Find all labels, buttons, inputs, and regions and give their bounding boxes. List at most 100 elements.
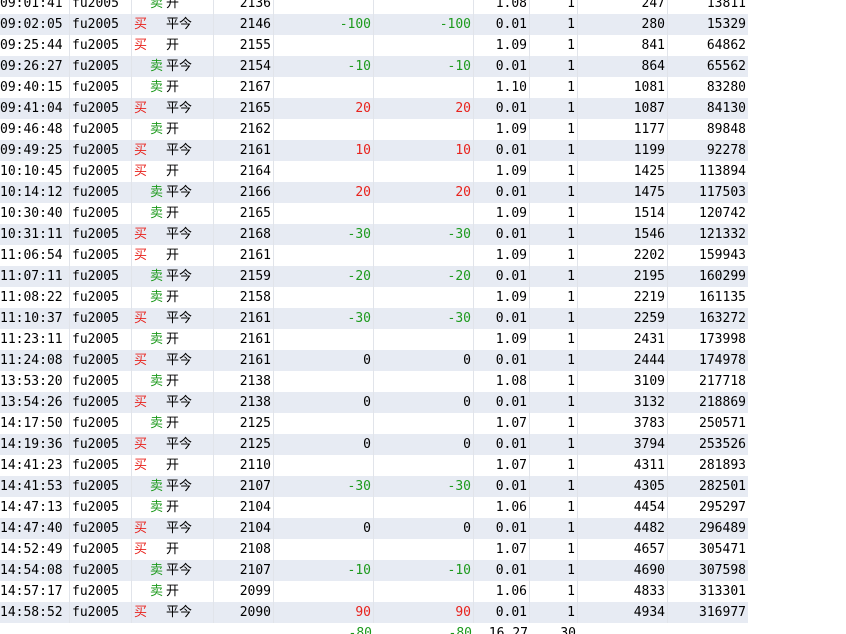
cell-symbol: fu2005: [72, 434, 132, 455]
cell-pl1: [274, 287, 374, 308]
table-row[interactable]: 14:54:08 fu2005 卖平今 2107 -10 -10 0.01 1 4690 3075…: [0, 560, 748, 581]
cell-side: 买: [134, 17, 148, 32]
cell-price: 2138: [214, 371, 274, 392]
cell-n2: 84130: [706, 101, 746, 116]
cell-fee: 1.09: [474, 161, 530, 182]
cell-action: 平今: [166, 224, 214, 245]
cell-n1: 4657: [578, 539, 668, 560]
cell-time: 10:10:45: [0, 161, 70, 182]
cell-action: 平今: [166, 266, 214, 287]
cell-n1: 1475: [578, 182, 668, 203]
table-row[interactable]: 14:19:36 fu2005 买平今 2125 0 0 0.01 1 3794 253526: [0, 434, 748, 455]
table-row[interactable]: 09:25:44 fu2005 买 开 2155 1.09 1 841 64862: [0, 35, 748, 56]
cell-n2: 113894: [699, 164, 746, 179]
table-row[interactable]: 11:08:22 fu2005 卖开 2158 1.09 1 2219 161135: [0, 287, 748, 308]
cell-pl2: 0: [374, 518, 474, 539]
table-row[interactable]: 10:31:11 fu2005 买平今 2168 -30 -30 0.01 1 1546 1213…: [0, 224, 748, 245]
table-row[interactable]: 14:47:13 fu2005 卖开 2104 1.06 1 4454 295297: [0, 497, 748, 518]
cell-vol: 1: [530, 77, 578, 98]
cell-symbol: fu2005: [72, 119, 132, 140]
table-row[interactable]: 11:24:08 fu2005 买平今 2161 0 0 0.01 1 2444 174978: [0, 350, 748, 371]
table-row[interactable]: 10:14:12 fu2005 卖平今 2166 20 20 0.01 1 1475 117503: [0, 182, 748, 203]
cell-side: 卖: [150, 80, 164, 95]
cell-pl2: -30: [374, 224, 474, 245]
cell-pl1: [274, 371, 374, 392]
table-row[interactable]: 09:46:48 fu2005 卖开 2162 1.09 1 1177 89848: [0, 119, 748, 140]
table-row[interactable]: 14:57:17 fu2005 卖开 2099 1.06 1 4833 313301: [0, 581, 748, 602]
table-row[interactable]: 11:06:54 fu2005 买 开 2161 1.09 1 2202 159943: [0, 245, 748, 266]
cell-symbol: fu2005: [72, 56, 132, 77]
cell-fee: 0.01: [474, 98, 530, 119]
cell-price: 2162: [214, 119, 274, 140]
cell-symbol: fu2005: [72, 602, 132, 623]
cell-symbol: fu2005: [72, 161, 132, 182]
cell-time: 10:14:12: [0, 182, 70, 203]
cell-n1: 1199: [578, 140, 668, 161]
cell-pl2: 20: [374, 98, 474, 119]
cell-vol: 1: [530, 350, 578, 371]
cell-n2: 117503: [699, 185, 746, 200]
cell-n2: 250571: [699, 416, 746, 431]
cell-price: 2125: [214, 434, 274, 455]
cell-time: 11:10:37: [0, 308, 70, 329]
table-row[interactable]: 14:17:50 fu2005 卖开 2125 1.07 1 3783 250571: [0, 413, 748, 434]
table-row[interactable]: 13:53:20 fu2005 卖开 2138 1.08 1 3109 217718: [0, 371, 748, 392]
cell-time: 14:47:40: [0, 518, 70, 539]
cell-n1: 841: [578, 35, 668, 56]
cell-time: 09:41:04: [0, 98, 70, 119]
table-row[interactable]: 09:40:15 fu2005 卖开 2167 1.10 1 1081 83280: [0, 77, 748, 98]
cell-n2: 217718: [699, 374, 746, 389]
table-row[interactable]: 11:10:37 fu2005 买平今 2161 -30 -30 0.01 1 2259 1632…: [0, 308, 748, 329]
table-row[interactable]: 14:58:52 fu2005 买平今 2090 90 90 0.01 1 4934 316977: [0, 602, 748, 623]
cell-price: 2090: [214, 602, 274, 623]
cell-fee: 0.01: [474, 266, 530, 287]
cell-n1: 4311: [578, 455, 668, 476]
cell-n2: 160299: [699, 269, 746, 284]
cell-fee: 1.09: [474, 287, 530, 308]
cell-fee: 1.09: [474, 119, 530, 140]
cell-side: 卖: [150, 479, 164, 494]
cell-vol: 1: [530, 539, 578, 560]
cell-action: 开: [166, 539, 214, 560]
cell-price: 2161: [214, 329, 274, 350]
table-row[interactable]: 09:01:41 fu2005 卖开 2136 1.08 1 247 13811: [0, 0, 748, 14]
cell-action: 平今: [166, 434, 214, 455]
cell-action: 平今: [166, 602, 214, 623]
cell-n2: 281893: [699, 458, 746, 473]
table-row[interactable]: 14:52:49 fu2005 买 开 2108 1.07 1 4657 305471: [0, 539, 748, 560]
cell-symbol: fu2005: [72, 0, 132, 14]
cell-n2: 83280: [706, 80, 746, 95]
cell-pl1: [274, 455, 374, 476]
cell-pl1: -10: [274, 560, 374, 581]
cell-action: 开: [166, 245, 214, 266]
cell-fee: 0.01: [474, 560, 530, 581]
cell-time: 13:54:26: [0, 392, 70, 413]
cell-pl2: 20: [374, 182, 474, 203]
cell-time: 14:47:13: [0, 497, 70, 518]
cell-symbol: fu2005: [72, 329, 132, 350]
table-row[interactable]: 10:30:40 fu2005 卖开 2165 1.09 1 1514 120742: [0, 203, 748, 224]
cell-time: 09:25:44: [0, 35, 70, 56]
cell-fee: 1.07: [474, 455, 530, 476]
table-row[interactable]: 14:47:40 fu2005 买平今 2104 0 0 0.01 1 4482 296489: [0, 518, 748, 539]
cell-pl1: 20: [274, 182, 374, 203]
cell-price: 2161: [214, 245, 274, 266]
table-row[interactable]: 10:10:45 fu2005 买 开 2164 1.09 1 1425 113894: [0, 161, 748, 182]
cell-n2: 295297: [699, 500, 746, 515]
cell-price: 2155: [214, 35, 274, 56]
table-row[interactable]: 14:41:23 fu2005 买 开 2110 1.07 1 4311 281893: [0, 455, 748, 476]
table-row[interactable]: 09:02:05 fu2005 买平今 2146 -100 -100 0.01 1 280 153…: [0, 14, 748, 35]
cell-pl1: [274, 77, 374, 98]
table-row[interactable]: 13:54:26 fu2005 买平今 2138 0 0 0.01 1 3132 218869: [0, 392, 748, 413]
cell-symbol: fu2005: [72, 98, 132, 119]
table-row[interactable]: 14:41:53 fu2005 卖平今 2107 -30 -30 0.01 1 4305 2825…: [0, 476, 748, 497]
cell-pl2: 0: [374, 392, 474, 413]
table-row[interactable]: 09:26:27 fu2005 卖平今 2154 -10 -10 0.01 1 864 65562: [0, 56, 748, 77]
table-row[interactable]: 11:07:11 fu2005 卖平今 2159 -20 -20 0.01 1 2195 1602…: [0, 266, 748, 287]
table-row[interactable]: 11:23:11 fu2005 卖开 2161 1.09 1 2431 173998: [0, 329, 748, 350]
table-row[interactable]: 09:49:25 fu2005 买平今 2161 10 10 0.01 1 1199 92278: [0, 140, 748, 161]
cell-n1: 2195: [578, 266, 668, 287]
table-row[interactable]: 09:41:04 fu2005 买平今 2165 20 20 0.01 1 1087 84130: [0, 98, 748, 119]
cell-pl2: [374, 287, 474, 308]
cell-side: 卖: [150, 0, 164, 11]
